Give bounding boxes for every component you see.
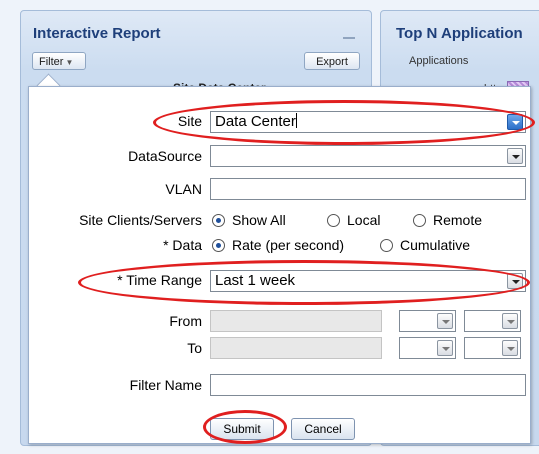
radio-icon	[413, 214, 426, 227]
to-date-input[interactable]	[210, 337, 382, 359]
site-value: Data Center	[215, 113, 296, 130]
vlan-label: VLAN	[165, 181, 202, 197]
from-label: From	[169, 313, 202, 329]
filter-popup: Site Data Center DataSource VLAN Site Cl…	[28, 86, 531, 444]
radio-icon	[380, 239, 393, 252]
caret-down-icon: ▼	[65, 58, 74, 67]
show-all-label: Show All	[232, 212, 286, 228]
minimize-icon[interactable]	[343, 37, 355, 39]
remote-label: Remote	[433, 212, 483, 228]
rate-label: Rate (per second)	[232, 237, 345, 253]
dropdown-arrow-icon[interactable]	[507, 114, 523, 130]
time-range-label: * Time Range	[117, 272, 202, 288]
vlan-input[interactable]	[210, 178, 526, 200]
time-range-value: Last 1 week	[215, 272, 296, 289]
from-date-input[interactable]	[210, 310, 382, 332]
dashboard-canvas: Interactive Report Filter▼ Export Site D…	[0, 0, 539, 454]
show-all-radio[interactable]: Show All	[212, 212, 286, 228]
radio-selected-icon	[212, 214, 225, 227]
filter-name-input[interactable]	[210, 374, 526, 396]
to-hour-select[interactable]	[399, 337, 456, 359]
radio-selected-icon	[212, 239, 225, 252]
local-radio[interactable]: Local	[327, 212, 380, 228]
dropdown-arrow-icon[interactable]	[502, 340, 518, 356]
radio-icon	[327, 214, 340, 227]
time-range-select[interactable]: Last 1 week	[210, 270, 526, 292]
from-minute-select[interactable]	[464, 310, 521, 332]
cumulative-label: Cumulative	[400, 237, 471, 253]
panel-title: Interactive Report	[33, 25, 161, 42]
clients-servers-label: Site Clients/Servers	[79, 212, 202, 228]
site-select[interactable]: Data Center	[210, 111, 526, 133]
text-cursor	[295, 113, 297, 128]
filter-label: Filter	[39, 56, 64, 68]
cumulative-radio[interactable]: Cumulative	[380, 237, 470, 253]
to-minute-select[interactable]	[464, 337, 521, 359]
dropdown-arrow-icon[interactable]	[437, 340, 453, 356]
dropdown-arrow-icon[interactable]	[507, 148, 523, 164]
from-hour-select[interactable]	[399, 310, 456, 332]
site-label: Site	[177, 113, 202, 129]
filter-button[interactable]: Filter ▼	[32, 52, 86, 70]
remote-radio[interactable]: Remote	[413, 212, 482, 228]
local-label: Local	[347, 212, 381, 228]
to-label: To	[187, 340, 202, 356]
dropdown-arrow-icon[interactable]	[507, 273, 523, 289]
rate-radio[interactable]: Rate (per second)	[212, 237, 344, 253]
panel-title: Top N Application	[396, 25, 523, 42]
datasource-select[interactable]	[210, 145, 526, 167]
cancel-button[interactable]: Cancel	[291, 418, 355, 440]
dropdown-arrow-icon[interactable]	[502, 313, 518, 329]
data-label: * Data	[163, 237, 202, 253]
filter-name-label: Filter Name	[129, 377, 202, 393]
export-button[interactable]: Export	[304, 52, 360, 70]
submit-button[interactable]: Submit	[210, 418, 274, 440]
dropdown-arrow-icon[interactable]	[437, 313, 453, 329]
datasource-label: DataSource	[128, 148, 202, 164]
panel-subtitle: Applications	[409, 55, 469, 67]
